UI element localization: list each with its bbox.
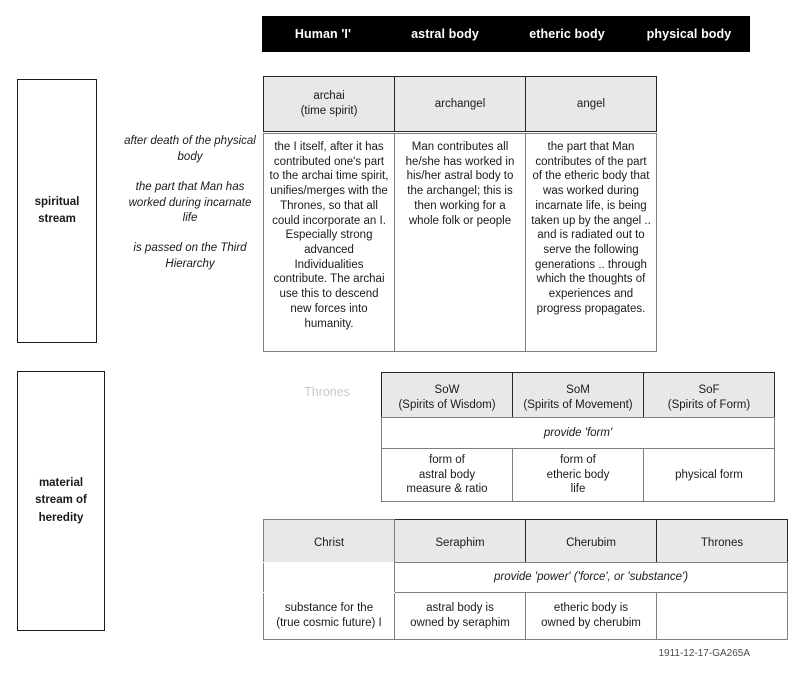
note-worked-incarnate: the part that Man has worked during inca… [128,180,252,225]
cell-form-astral-line2: astral body [418,468,476,481]
table-row: provide 'power' ('force', or 'substance'… [263,562,788,593]
column-header-etheric: etheric body [529,27,605,41]
power-providers-body-table: provide 'power' ('force', or 'substance'… [263,562,788,640]
cell-power-human-i-line1: substance for the [284,602,374,615]
cell-seraphim: Seraphim [394,519,526,567]
cell-christ: Christ [263,519,395,567]
cell-form-etheric-line3: life [570,483,586,496]
column-header-human-i: Human 'I' [294,27,352,41]
form-providers-body-table: provide 'form' form of astral body measu… [381,417,775,502]
spiritual-stream-label: spiritual stream [35,194,80,229]
cell-power-astral: astral body is owned by seraphim [394,592,526,640]
table-row: Christ Seraphim Cherubim Thrones [263,519,788,567]
note-after-death: after death of the physical body [124,135,256,163]
table-row: substance for the (true cosmic future) I… [263,592,788,640]
table-row: provide 'form' [381,417,775,449]
cell-angel: angel [525,76,657,132]
cell-power-banner-spacer [263,562,395,593]
column-header-astral: astral body [411,27,479,41]
cell-som-full: (Spirits of Movement) [523,399,633,411]
cell-description-etheric: the part that Man contributes of the par… [525,133,657,352]
material-stream-label-line1: material [38,477,84,490]
material-stream-label-line2: stream of [35,494,87,507]
cell-power-physical-empty [656,592,788,640]
banner-provide-power: provide 'power' ('force', or 'substance'… [394,562,788,593]
cell-angel-label: angel [576,97,606,110]
table-row: archai (time spirit) archangel angel [263,76,657,132]
table-row: form of astral body measure & ratio form… [381,448,775,502]
table-row: the I itself, after it has contributed o… [263,133,657,352]
cell-sof: SoF (Spirits of Form) [643,372,775,424]
material-stream-label-line3: heredity [38,511,84,524]
spiritual-stream-box: spiritual stream [17,79,97,343]
cell-power-etheric-line2: owned by cherubim [541,617,641,629]
cell-description-astral: Man contributes all he/she has worked in… [394,133,526,352]
cell-form-physical-line1: physical form [675,468,743,481]
cell-sow-abbr: SoW [434,384,460,397]
diagram-canvas: Human 'I' astral body etheric body physi… [0,0,800,682]
third-hierarchy-description-table: the I itself, after it has contributed o… [263,133,657,352]
cell-cherubim: Cherubim [525,519,657,567]
cell-power-etheric-line1: etheric body is [553,602,629,615]
table-row: SoW (Spirits of Wisdom) SoM (Spirits of … [381,372,775,424]
cell-power-human-i: substance for the (true cosmic future) I [263,592,395,640]
cell-form-etheric-line2: etheric body [546,468,610,481]
material-stream-box: material stream of heredity [17,371,105,631]
cell-form-physical: physical form [643,448,775,502]
spiritual-stream-label-line1: spiritual [34,195,80,208]
cell-archangel: archangel [394,76,526,132]
cell-form-etheric-line1: form of [560,453,596,466]
cell-sow-full: (Spirits of Wisdom) [398,399,496,411]
column-header-physical: physical body [646,27,732,41]
cell-thrones: Thrones [656,519,788,567]
cell-archai-line2: (time spirit) [300,105,358,117]
note-third-hierarchy: is passed on the Third Hierarchy [133,242,247,271]
banner-provide-form: provide 'form' [381,417,775,449]
cell-power-astral-line1: astral body is [426,602,494,615]
cell-som-abbr: SoM [566,384,590,397]
cell-form-astral-line3: measure & ratio [406,483,488,496]
source-reference-footnote: 1911-12-17-GA265A [658,648,750,659]
cell-archai: archai (time spirit) [263,76,395,132]
spiritual-stream-label-line2: stream [38,213,76,225]
cell-sof-full: (Spirits of Form) [667,399,751,411]
spiritual-stream-notes: after death of the physical body the par… [122,134,258,273]
cell-power-human-i-line2: (true cosmic future) I [276,617,382,629]
power-providers-header-table: Christ Seraphim Cherubim Thrones [263,519,788,567]
third-hierarchy-header-table: archai (time spirit) archangel angel [263,76,657,132]
cell-sow: SoW (Spirits of Wisdom) [381,372,513,424]
cell-power-etheric: etheric body is owned by cherubim [525,592,657,640]
cell-form-astral-line1: form of [429,453,465,466]
cell-description-human-i: the I itself, after it has contributed o… [263,133,395,352]
cell-form-astral: form of astral body measure & ratio [381,448,513,502]
thrones-muted-label: Thrones [304,385,350,399]
column-header-bar: Human 'I' astral body etheric body physi… [262,16,750,52]
cell-form-etheric: form of etheric body life [512,448,644,502]
material-stream-label: material stream of heredity [35,475,87,527]
cell-som: SoM (Spirits of Movement) [512,372,644,424]
cell-archangel-label: archangel [434,97,486,110]
cell-power-astral-line2: owned by seraphim [410,617,510,629]
cell-archai-line1: archai [313,90,345,103]
cell-sof-abbr: SoF [698,384,720,397]
